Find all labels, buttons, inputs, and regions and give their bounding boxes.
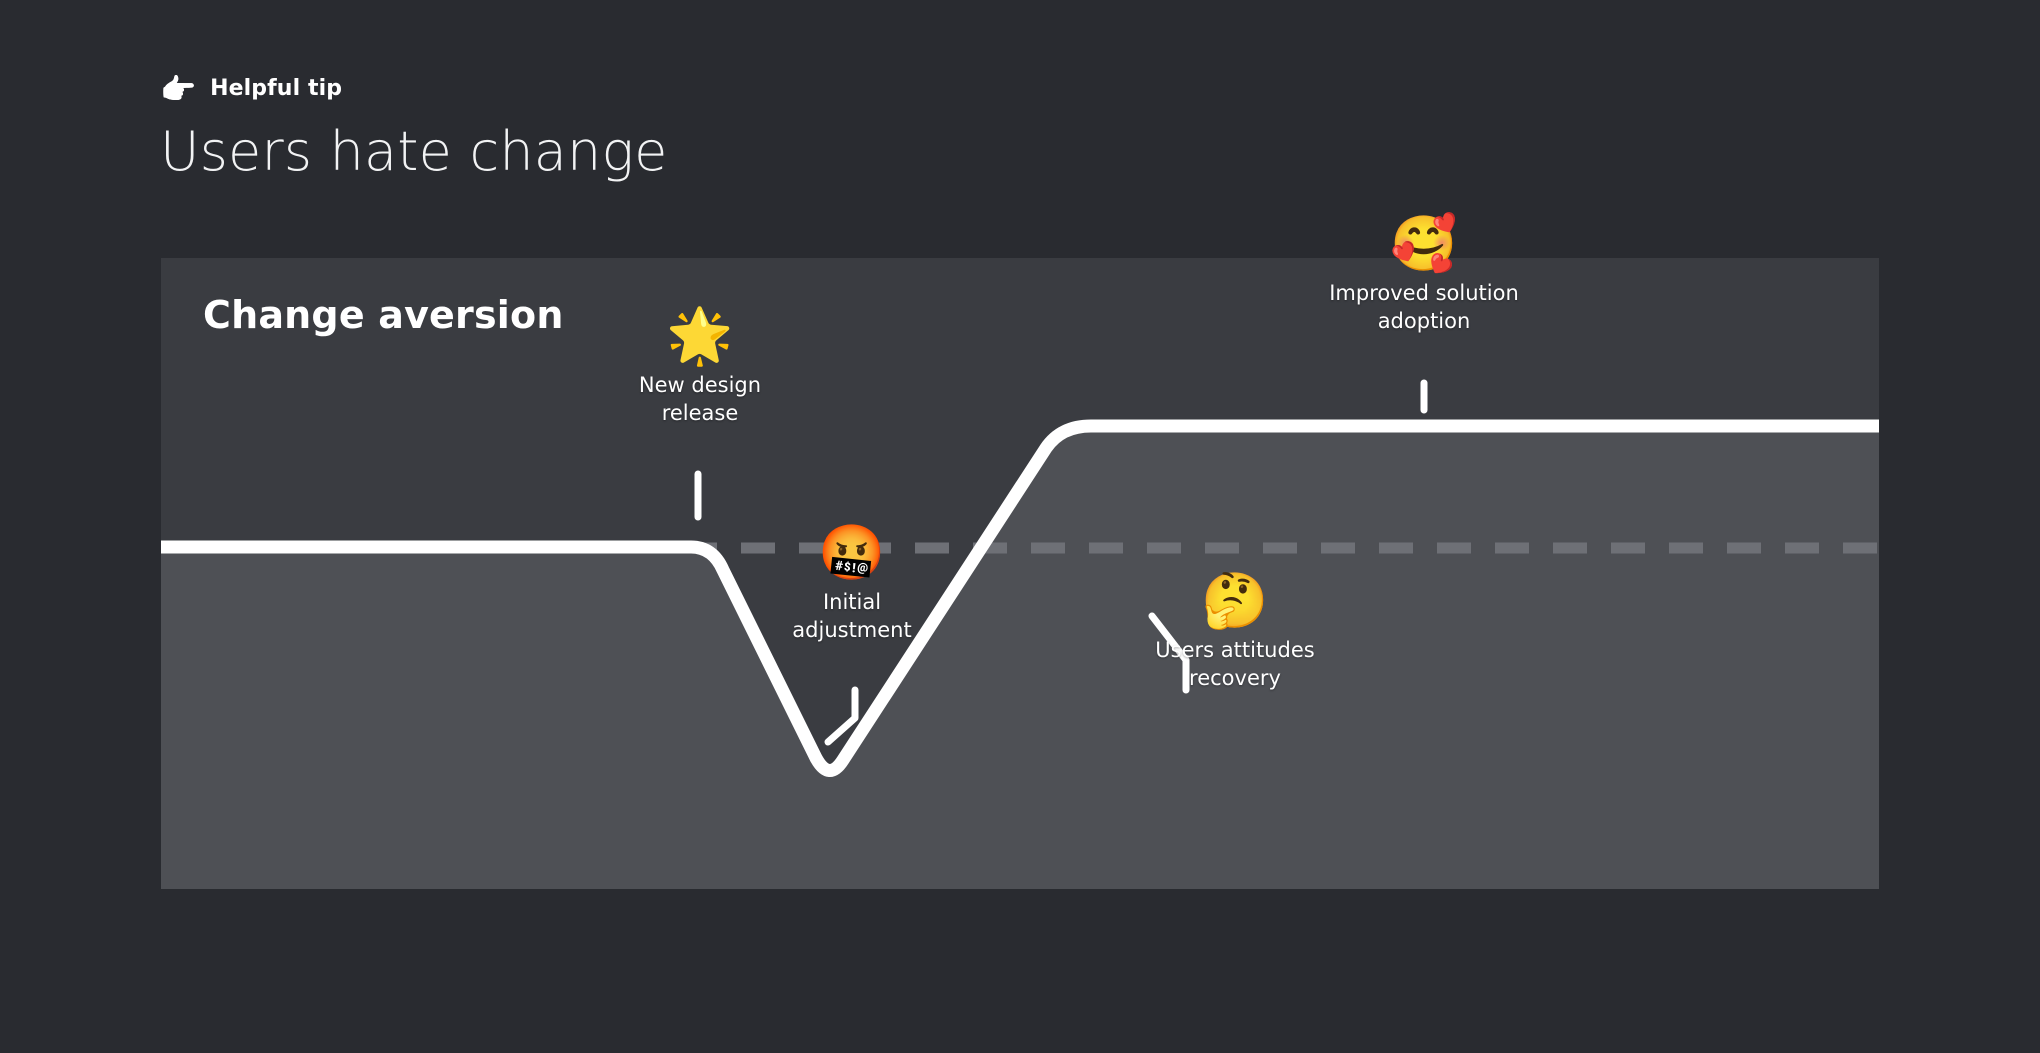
cursing-face-icon: 🤬 <box>818 520 886 584</box>
glowing-star-icon: 🌟 <box>666 303 734 367</box>
thinking-face-icon: 🤔 <box>1201 568 1269 632</box>
annotation-initial-adjustment[interactable]: 🤬 Initial adjustment <box>722 522 982 644</box>
slide-root: 👉 Helpful tip Users hate change Change a… <box>0 0 2040 1053</box>
page-title: Users hate change <box>160 120 668 183</box>
annotation-label: Users attitudes recovery <box>1155 638 1315 691</box>
eyebrow-label: Helpful tip <box>210 75 343 101</box>
annotation-users-attitudes-recovery[interactable]: 🤔 Users attitudes recovery <box>1105 570 1365 692</box>
annotation-label: Initial adjustment <box>792 590 912 643</box>
annotation-improved-solution-adoption[interactable]: 🥰 Improved solution adoption <box>1294 213 1554 335</box>
eyebrow: 👉 Helpful tip <box>160 68 1360 108</box>
annotation-new-design-release[interactable]: 🌟 New design release <box>570 305 830 427</box>
annotation-label: Improved solution adoption <box>1329 281 1519 334</box>
change-aversion-chart <box>161 419 1879 889</box>
pointing-right-hand-icon: 👉 <box>160 71 197 106</box>
chart-panel: Change aversion <box>161 258 1879 889</box>
panel-title: Change aversion <box>203 293 564 337</box>
header: 👉 Helpful tip Users hate change <box>160 68 1360 184</box>
annotation-label: New design release <box>638 373 762 426</box>
smiling-face-with-hearts-icon: 🥰 <box>1390 211 1458 275</box>
